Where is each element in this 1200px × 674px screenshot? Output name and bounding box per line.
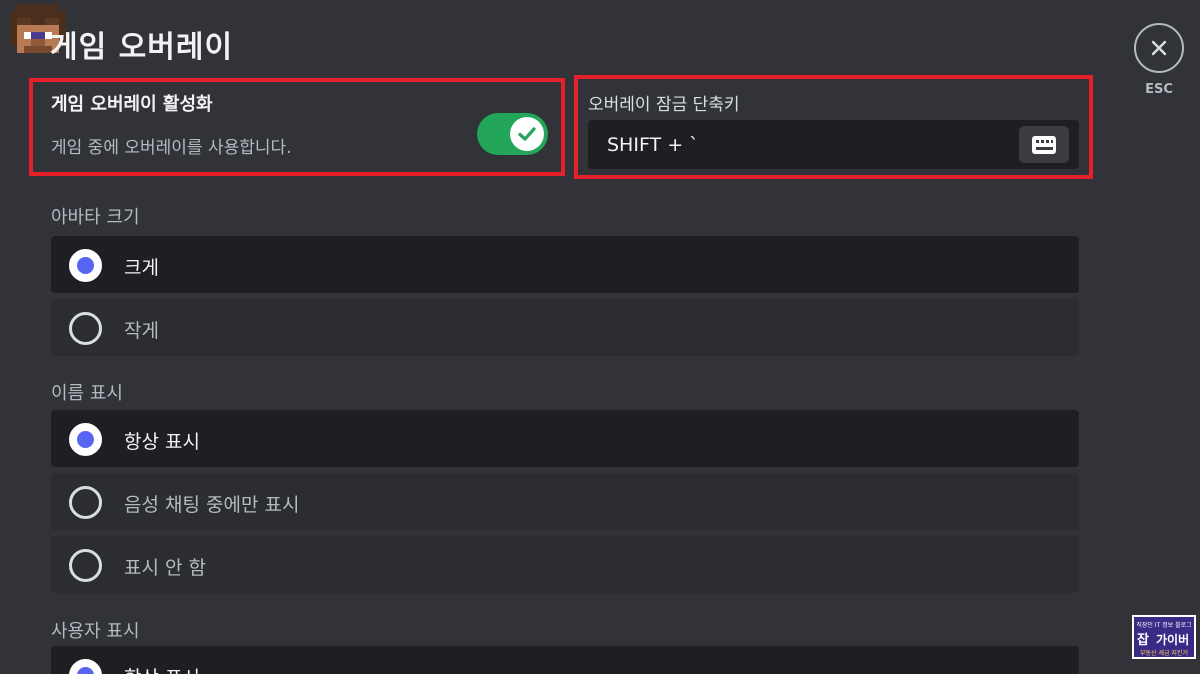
name-display-option-voice-only[interactable]: 음성 채팅 중에만 표시 (51, 473, 1079, 530)
option-label: 표시 안 함 (124, 557, 206, 579)
option-label: 음성 채팅 중에만 표시 (124, 494, 300, 516)
check-icon (518, 127, 536, 141)
keyboard-icon (1032, 135, 1056, 154)
enable-overlay-title: 게임 오버레이 활성화 (51, 94, 213, 115)
enable-overlay-description: 게임 중에 오버레이를 사용합니다. (51, 138, 292, 158)
option-label: 크게 (124, 257, 159, 279)
radio-button[interactable] (69, 312, 102, 345)
toggle-knob (510, 117, 544, 151)
enable-overlay-toggle[interactable] (477, 113, 548, 155)
shortcut-value: SHIFT + ` (607, 134, 699, 156)
page-title: 게임 오버레이 (50, 30, 234, 65)
watermark-logo: 직장인 IT 정보 블로그 잡 가이버 부동산 세금 지킨거 (1132, 615, 1196, 659)
watermark-bottom-text: 부동산 세금 지킨거 (1140, 650, 1188, 657)
radio-button[interactable] (69, 249, 102, 282)
name-display-label: 이름 표시 (51, 383, 123, 404)
avatar-size-option-small[interactable]: 작게 (51, 299, 1079, 356)
option-label: 항상 표시 (124, 431, 200, 453)
option-label: 작게 (124, 320, 159, 342)
close-button[interactable] (1134, 23, 1184, 73)
shortcut-label: 오버레이 잠금 단축키 (588, 95, 740, 115)
name-display-option-never[interactable]: 표시 안 함 (51, 536, 1079, 593)
watermark-main-text-b: 가이버 (1156, 633, 1190, 647)
radio-button[interactable] (69, 486, 102, 519)
game-overlay-settings-page: 게임 오버레이 ESC 게임 오버레이 활성화 게임 중에 오버레이를 사용합니… (0, 0, 1200, 674)
watermark-main-text-a: 잡 (1137, 633, 1149, 648)
name-display-option-always[interactable]: 항상 표시 (51, 410, 1079, 467)
shortcut-field[interactable]: SHIFT + ` (588, 120, 1079, 169)
radio-button[interactable] (69, 659, 102, 674)
keyboard-button[interactable] (1019, 126, 1069, 163)
user-display-label: 사용자 표시 (51, 621, 140, 642)
radio-button[interactable] (69, 549, 102, 582)
avatar-size-option-large[interactable]: 크게 (51, 236, 1079, 293)
esc-label: ESC (1145, 82, 1173, 97)
avatar-size-label: 아바타 크기 (51, 207, 140, 228)
user-display-option-always[interactable]: 항상 표시 (51, 646, 1079, 674)
close-icon (1151, 40, 1167, 56)
radio-button[interactable] (69, 423, 102, 456)
option-label: 항상 표시 (124, 663, 200, 674)
watermark-top-text: 직장인 IT 정보 블로그 (1136, 622, 1192, 629)
